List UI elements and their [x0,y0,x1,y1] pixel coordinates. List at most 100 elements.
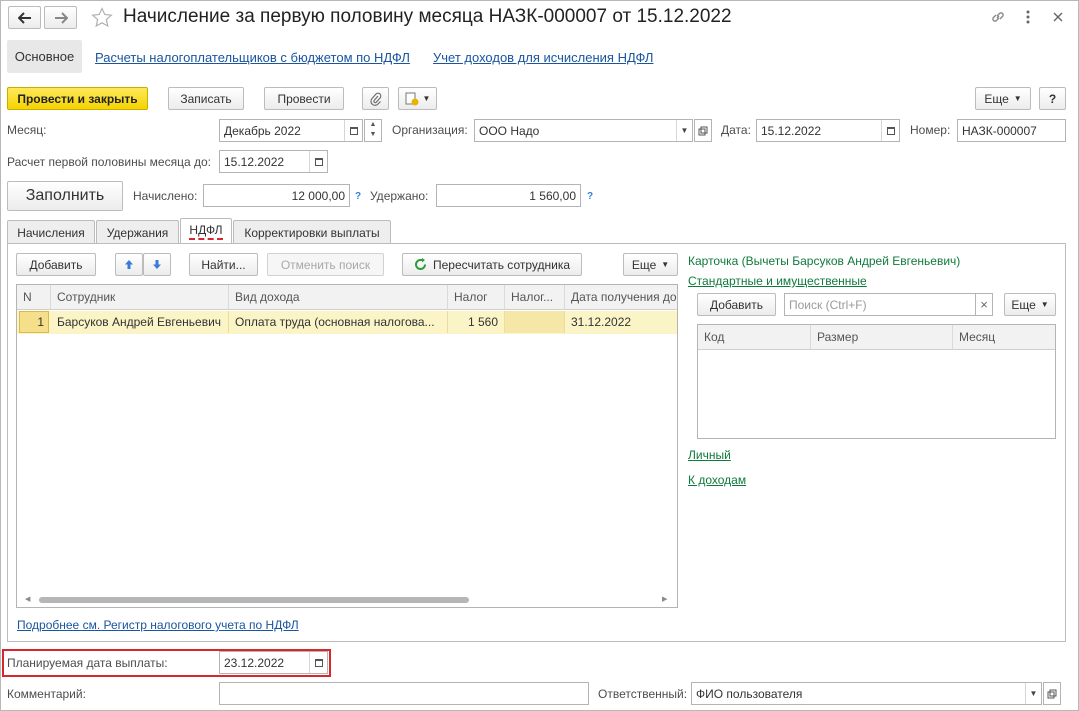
calendar-icon[interactable] [881,120,899,141]
withheld-hint-icon[interactable]: ? [587,191,593,202]
more-button[interactable]: Еще ▼ [975,87,1031,110]
ndfl-add-button[interactable]: Добавить [16,253,96,276]
standard-deductions-link[interactable]: Стандартные и имущественные [688,274,867,288]
document-create-icon [405,92,419,105]
column-header-month[interactable]: Месяц [953,325,1055,350]
link-icon [992,12,1004,22]
responsible-field[interactable]: ФИО пользователя ▼ [691,682,1042,705]
move-up-button[interactable] [115,253,143,276]
org-field[interactable]: ООО Надо ▼ [474,119,693,142]
cell-employee[interactable]: Барсуков Андрей Евгеньевич [51,311,229,333]
column-header-receipt-date[interactable]: Дата получения до... [565,285,677,310]
move-down-button[interactable] [143,253,171,276]
search-clear-button[interactable]: × [975,293,993,316]
arrow-left-icon [17,11,31,24]
accrued-value: 12 000,00 [291,188,345,203]
post-and-close-button[interactable]: Провести и закрыть [7,87,148,110]
ndfl-table[interactable]: N Сотрудник Вид дохода Налог Налог... Да… [16,284,678,608]
personal-link[interactable]: Личный [688,448,731,462]
date-field[interactable]: 15.12.2022 [756,119,900,142]
cancel-search-button[interactable]: Отменить поиск [267,253,384,276]
responsible-open-button[interactable] [1043,682,1061,705]
search-placeholder: Поиск (Ctrl+F) [789,297,867,312]
cell-tax-2[interactable] [505,311,565,333]
number-field[interactable]: НАЗК-000007 [957,119,1066,142]
month-field[interactable]: Декабрь 2022 [219,119,363,142]
table-row[interactable]: 1 Барсуков Андрей Евгеньевич Оплата труд… [17,311,677,334]
accrued-field: 12 000,00 [203,184,350,207]
favorite-button[interactable] [90,6,114,30]
month-label: Месяц: [7,123,47,137]
nav-link-budget[interactable]: Расчеты налогоплательщиков с бюджетом по… [95,50,410,65]
date-value: 15.12.2022 [761,123,822,138]
recalc-employee-button[interactable]: Пересчитать сотрудника [402,253,582,276]
calendar-icon[interactable] [309,151,327,172]
forward-button[interactable] [44,6,77,29]
scroll-left-icon[interactable]: ◀ [25,595,30,603]
column-header-code[interactable]: Код [698,325,811,350]
cell-income-type[interactable]: Оплата труда (основная налогова... [229,311,448,333]
tab-payment-corrections[interactable]: Корректировки выплаты [233,220,391,244]
link-button[interactable] [988,7,1008,27]
horizontal-scrollbar[interactable] [39,597,469,603]
tab-accruals[interactable]: Начисления [7,220,95,244]
column-header-income-type[interactable]: Вид дохода [229,285,448,310]
month-stepper[interactable]: ▲ ▼ [364,119,382,142]
help-button[interactable]: ? [1039,87,1066,110]
org-open-button[interactable] [694,119,712,142]
chevron-down-icon[interactable]: ▼ [1025,683,1041,704]
column-header-employee[interactable]: Сотрудник [51,285,229,310]
calc-until-field[interactable]: 15.12.2022 [219,150,328,173]
chevron-down-icon: ▼ [422,94,431,103]
withheld-field: 1 560,00 [436,184,581,207]
attach-button[interactable] [362,87,389,110]
back-button[interactable] [8,6,41,29]
chevron-down-icon[interactable]: ▼ [676,120,692,141]
column-header-tax[interactable]: Налог [448,285,505,310]
accrued-hint-icon[interactable]: ? [355,191,361,202]
more-label: Еще [984,91,1009,106]
chevron-down-icon: ▼ [661,260,670,269]
close-button[interactable] [1048,7,1068,27]
calendar-icon[interactable] [344,120,362,141]
cell-receipt-date[interactable]: 31.12.2022 [565,311,677,333]
number-value: НАЗК-000007 [962,123,1037,138]
column-header-amount[interactable]: Размер [811,325,953,350]
tab-ndfl[interactable]: НДФЛ [180,218,232,244]
cell-n[interactable]: 1 [19,311,49,333]
create-based-on-button[interactable]: ▼ [398,87,437,110]
column-header-tax-2[interactable]: Налог... [505,285,565,310]
card-add-button[interactable]: Добавить [697,293,776,316]
nav-link-income[interactable]: Учет доходов для исчисления НДФЛ [433,50,653,65]
card-title: Карточка (Вычеты Барсуков Андрей Евгенье… [688,254,961,268]
card-more-label: Еще [1011,297,1036,312]
arrow-right-icon [54,11,68,24]
comment-field[interactable] [219,682,589,705]
find-button[interactable]: Найти... [189,253,258,276]
withheld-value: 1 560,00 [529,188,576,203]
pay-date-field[interactable]: 23.12.2022 [219,651,328,674]
more-menu-button[interactable] [1019,7,1037,27]
save-button[interactable]: Записать [168,87,244,110]
number-label: Номер: [910,123,951,137]
card-search-input[interactable]: Поиск (Ctrl+F) [784,293,976,316]
responsible-label: Ответственный: [598,687,688,701]
calendar-icon[interactable] [309,652,327,673]
ndfl-more-button[interactable]: Еще ▼ [623,253,678,276]
chevron-down-icon: ▼ [1013,94,1022,103]
cell-tax[interactable]: 1 560 [448,311,505,333]
card-deductions-table[interactable]: Код Размер Месяц [697,324,1056,439]
scroll-right-icon[interactable]: ▶ [662,595,667,603]
arrow-down-icon [153,260,161,269]
to-income-link[interactable]: К доходам [688,473,746,487]
comment-label: Комментарий: [7,687,86,701]
column-header-n[interactable]: N [17,285,51,310]
page-title: Начисление за первую половину месяца НАЗ… [123,6,732,27]
fill-button[interactable]: Заполнить [7,181,123,211]
org-value: ООО Надо [479,123,540,138]
post-button[interactable]: Провести [264,87,344,110]
tab-deductions[interactable]: Удержания [96,220,179,244]
card-more-button[interactable]: Еще ▼ [1004,293,1056,316]
nav-main[interactable]: Основное [7,40,82,73]
register-link[interactable]: Подробнее см. Регистр налогового учета п… [17,618,299,632]
